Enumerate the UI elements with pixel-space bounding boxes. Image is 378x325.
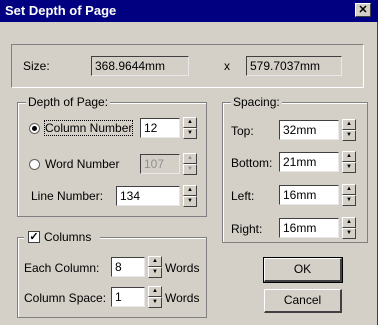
spin-down-icon[interactable]: ▼ [342,162,356,173]
column-number-label[interactable]: Column Number [43,120,134,136]
line-number-label: Line Number: [31,189,104,203]
left-stepper[interactable]: ▲ ▼ [342,184,356,206]
right-label: Right: [231,222,263,236]
size-separator: x [224,59,230,73]
top-input[interactable]: 32mm [279,120,339,140]
bottom-input[interactable]: 21mm [279,152,339,172]
each-column-input[interactable]: 8 [111,257,145,277]
spin-up-icon: ▲ [183,153,197,164]
spin-down-icon[interactable]: ▼ [342,228,356,239]
dialog-title: Set Depth of Page [5,3,117,18]
columns-checkbox[interactable]: ✓ [28,231,40,243]
columns-label[interactable]: Columns [44,230,91,244]
columns-legend: ✓ Columns [24,229,100,245]
spin-up-icon[interactable]: ▲ [148,256,162,267]
word-number-input: 107 [140,154,180,174]
each-column-label: Each Column: [24,261,100,275]
top-label: Top: [231,124,254,138]
spin-down-icon[interactable]: ▼ [342,130,356,141]
depth-of-page-legend: Depth of Page: [26,95,111,109]
spin-up-icon[interactable]: ▲ [148,286,162,297]
close-icon[interactable]: ✕ [355,3,371,17]
right-stepper[interactable]: ▲ ▼ [342,217,356,239]
spin-down-icon: ▼ [183,164,197,175]
column-space-stepper[interactable]: ▲ ▼ [148,286,162,308]
spin-down-icon[interactable]: ▼ [148,267,162,278]
ok-button[interactable]: OK [263,257,343,283]
line-number-input[interactable]: 134 [116,186,180,206]
column-space-input[interactable]: 1 [111,287,145,307]
each-column-unit: Words [165,261,200,275]
column-number-input[interactable]: 12 [140,118,180,138]
spin-down-icon[interactable]: ▼ [342,195,356,206]
bottom-label: Bottom: [231,156,273,170]
title-bar: Set Depth of Page ✕ [0,0,378,22]
right-input[interactable]: 16mm [279,218,339,238]
size-height-field: 579.7037mm [246,56,342,76]
spin-down-icon[interactable]: ▼ [183,196,197,207]
word-number-label[interactable]: Word Number [45,157,119,171]
spin-up-icon[interactable]: ▲ [342,184,356,195]
spin-up-icon[interactable]: ▲ [183,185,197,196]
column-space-label: Column Space: [24,291,107,305]
size-width-field: 368.9644mm [91,56,189,76]
size-panel: Size: 368.9644mm x 579.7037mm [11,44,364,88]
each-column-stepper[interactable]: ▲ ▼ [148,256,162,278]
top-stepper[interactable]: ▲ ▼ [342,119,356,141]
spacing-legend: Spacing: [231,95,282,109]
spin-up-icon[interactable]: ▲ [183,117,197,128]
left-input[interactable]: 16mm [279,185,339,205]
column-space-unit: Words [165,291,200,305]
spin-down-icon[interactable]: ▼ [148,297,162,308]
word-number-stepper: ▲ ▼ [183,153,197,175]
line-number-stepper[interactable]: ▲ ▼ [183,185,197,207]
spin-down-icon[interactable]: ▼ [183,128,197,139]
set-depth-dialog: Set Depth of Page ✕ Size: 368.9644mm x 5… [0,0,378,325]
word-number-radio[interactable] [29,159,40,170]
spin-up-icon[interactable]: ▲ [342,119,356,130]
cancel-button[interactable]: Cancel [264,289,342,313]
size-label: Size: [23,59,50,73]
left-label: Left: [231,189,255,203]
spin-up-icon[interactable]: ▲ [342,151,356,162]
spin-up-icon[interactable]: ▲ [342,217,356,228]
column-number-radio[interactable] [29,123,40,134]
bottom-stepper[interactable]: ▲ ▼ [342,151,356,173]
column-number-stepper[interactable]: ▲ ▼ [183,117,197,139]
